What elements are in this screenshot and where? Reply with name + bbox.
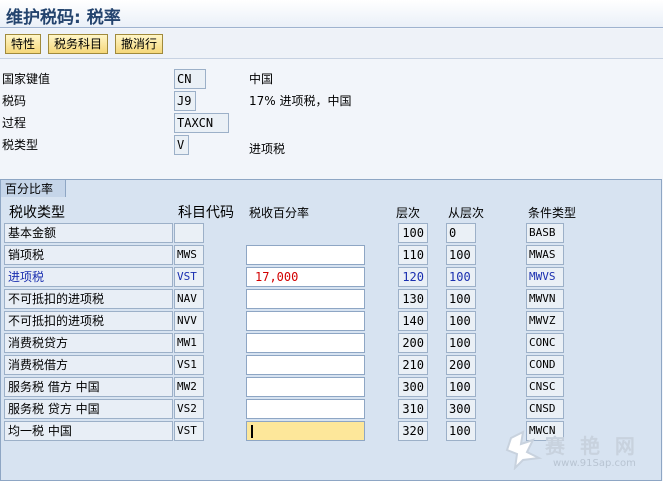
text-cursor [251, 425, 253, 438]
condition-type-cell: CNSD [526, 399, 564, 419]
table-row: 消费税借方 VS1 210 200 COND [0, 355, 600, 377]
level-cell: 110 [398, 245, 428, 265]
account-key-cell[interactable]: NAV [174, 289, 204, 309]
condition-type-cell: MWVS [526, 267, 564, 287]
from-level-cell: 0 [446, 223, 476, 243]
properties-button[interactable]: 特性 [5, 34, 42, 54]
group-title: 百分比率 [0, 179, 66, 197]
level-cell: 320 [398, 421, 428, 441]
condition-type-cell: MWAS [526, 245, 564, 265]
title-bar: 维护税码: 税率 [0, 0, 663, 28]
tax-type-cell: 消费税贷方 [4, 333, 173, 353]
account-key-cell[interactable]: MWS [174, 245, 204, 265]
condition-type-cell: MWVZ [526, 311, 564, 331]
account-key-cell[interactable]: MW1 [174, 333, 204, 353]
window-title: 维护税码: 税率 [6, 8, 121, 28]
account-key-cell[interactable]: VST [174, 421, 204, 441]
tax-percent-input[interactable] [246, 399, 365, 419]
account-key-cell[interactable] [174, 223, 204, 243]
tax-type-field[interactable]: V [174, 135, 189, 155]
table-row: 消费税贷方 MW1 200 100 CONC [0, 333, 600, 355]
tax-percent-input[interactable] [246, 355, 365, 375]
account-key-cell[interactable]: VS1 [174, 355, 204, 375]
tax-percent-input[interactable] [246, 289, 365, 309]
from-level-cell: 200 [446, 355, 476, 375]
tax-type-cell: 进项税 [4, 267, 173, 287]
level-cell: 210 [398, 355, 428, 375]
tax-type-cell: 基本金额 [4, 223, 173, 243]
tax-code-description: 17% 进项税，中国 [249, 94, 352, 108]
from-level-cell: 100 [446, 289, 476, 309]
col-header-account-key: 科目代码 [178, 205, 234, 221]
table-row: 不可抵扣的进项税 NVV 140 100 MWVZ [0, 311, 600, 333]
level-cell: 200 [398, 333, 428, 353]
col-header-level: 层次 [396, 206, 421, 220]
level-cell: 120 [398, 267, 428, 287]
account-key-cell[interactable]: MW2 [174, 377, 204, 397]
condition-type-cell: COND [526, 355, 564, 375]
tax-type-cell: 均一税 中国 [4, 421, 173, 441]
condition-type-cell: MWVN [526, 289, 564, 309]
watermark: 赛 艳 网 www.91Sap.com [505, 428, 660, 478]
procedure-field[interactable]: TAXCN [174, 113, 229, 133]
header-section: 国家键值 CN 中国 税码 J9 17% 进项税，中国 过程 TAXCN 税类型… [0, 60, 663, 178]
level-cell: 310 [398, 399, 428, 419]
tax-percent-input[interactable] [246, 333, 365, 353]
tax-type-cell: 服务税 借方 中国 [4, 377, 173, 397]
tax-type-cell: 销项税 [4, 245, 173, 265]
tax-accounts-button[interactable]: 税务科目 [48, 34, 109, 54]
condition-type-cell: BASB [526, 223, 564, 243]
account-key-cell[interactable]: NVV [174, 311, 204, 331]
table-row: 进项税 VST 17,000 120 100 MWVS [0, 267, 600, 289]
table-row: 基本金额 100 0 BASB [0, 223, 600, 245]
from-level-cell: 100 [446, 333, 476, 353]
condition-type-cell: CNSC [526, 377, 564, 397]
tax-type-cell: 消费税借方 [4, 355, 173, 375]
tax-code-field[interactable]: J9 [174, 91, 196, 111]
account-key-cell[interactable]: VS2 [174, 399, 204, 419]
tax-type-cell: 不可抵扣的进项税 [4, 311, 173, 331]
from-level-cell: 100 [446, 421, 476, 441]
country-field[interactable]: CN [174, 69, 206, 89]
col-header-condition-type: 条件类型 [528, 206, 577, 220]
account-key-cell[interactable]: VST [174, 267, 204, 287]
tax-code-label: 税码 [2, 94, 27, 108]
country-description: 中国 [249, 72, 274, 86]
application-toolbar: 特性 税务科目 撤消行 [0, 29, 663, 59]
table-row: 销项税 MWS 110 100 MWAS [0, 245, 600, 267]
tax-percent-input[interactable]: 17,000 [246, 267, 365, 287]
tax-percent-input[interactable] [246, 377, 365, 397]
level-cell: 100 [398, 223, 428, 243]
tax-percent-input-focused[interactable] [246, 421, 365, 441]
watermark-logo-icon [505, 430, 543, 470]
tax-type-label: 税类型 [2, 138, 39, 152]
table-row: 不可抵扣的进项税 NAV 130 100 MWVN [0, 289, 600, 311]
table-row: 服务税 贷方 中国 VS2 310 300 CNSD [0, 399, 600, 421]
condition-type-cell: CONC [526, 333, 564, 353]
from-level-cell: 100 [446, 377, 476, 397]
tax-type-cell: 不可抵扣的进项税 [4, 289, 173, 309]
from-level-cell: 300 [446, 399, 476, 419]
table-row: 服务税 借方 中国 MW2 300 100 CNSC [0, 377, 600, 399]
from-level-cell: 100 [446, 311, 476, 331]
tax-percent-input[interactable] [246, 245, 365, 265]
country-label: 国家键值 [2, 72, 51, 86]
col-header-tax-type: 税收类型 [9, 205, 65, 221]
from-level-cell: 100 [446, 245, 476, 265]
undo-line-button[interactable]: 撤消行 [115, 34, 164, 54]
from-level-cell: 100 [446, 267, 476, 287]
col-header-tax-percent: 税收百分率 [249, 206, 310, 220]
level-cell: 300 [398, 377, 428, 397]
watermark-text: 赛 艳 网 [545, 434, 639, 458]
procedure-label: 过程 [2, 116, 27, 130]
watermark-url: www.91Sap.com [553, 458, 636, 469]
tax-percent-input[interactable] [246, 311, 365, 331]
tax-type-description: 进项税 [249, 142, 286, 156]
tax-type-cell: 服务税 贷方 中国 [4, 399, 173, 419]
level-cell: 140 [398, 311, 428, 331]
col-header-from-level: 从层次 [448, 206, 485, 220]
level-cell: 130 [398, 289, 428, 309]
